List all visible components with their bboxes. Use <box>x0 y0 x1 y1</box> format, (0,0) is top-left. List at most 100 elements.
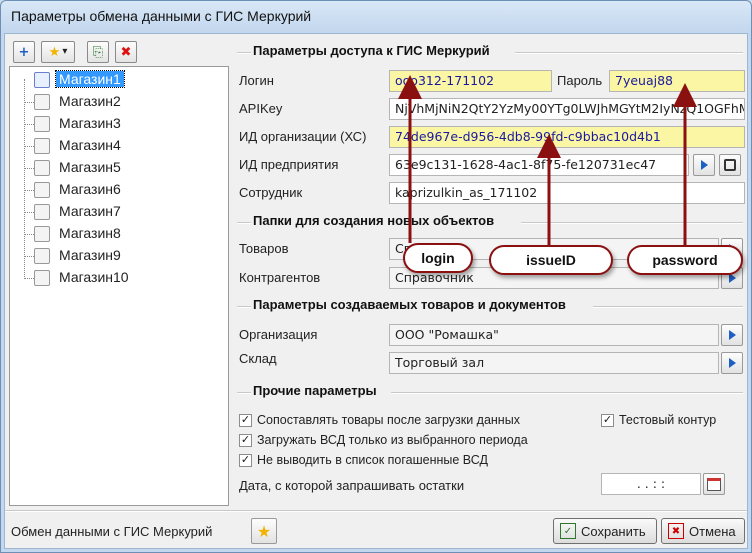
section-divider <box>237 222 251 224</box>
section-divider <box>593 306 743 308</box>
play-arrow-icon <box>700 160 708 170</box>
check-icon: ✓ <box>239 413 252 427</box>
play-arrow-icon <box>728 330 736 340</box>
shop-icon <box>34 270 50 286</box>
tree-item-label: Магазин3 <box>59 115 121 131</box>
star-icon: ★ <box>48 44 61 60</box>
calendar-icon <box>707 477 721 491</box>
check-icon: ✓ <box>239 433 252 447</box>
save-icon: ✓ <box>560 523 576 539</box>
favorites-button[interactable]: ★ ▾ <box>41 41 75 63</box>
login-field[interactable]: ooo312-171102 <box>389 70 552 92</box>
employee-field[interactable]: kaprizulkin_as_171102 <box>389 182 745 204</box>
partners-folder-label: Контрагентов <box>239 270 321 285</box>
footer-caption: Обмен данными с ГИС Меркурий <box>11 524 213 539</box>
match-goods-checkbox[interactable]: ✓ Сопоставлять товары после загрузки дан… <box>239 411 520 429</box>
dialog-window: Параметры обмена данными с ГИС Меркурий … <box>0 0 752 553</box>
tree-item-shop10[interactable]: Магазин10 <box>10 267 210 289</box>
calendar-button[interactable] <box>703 473 725 495</box>
dialog-client: + ★ ▾ ⎘ ✖ Магазин1 Магазин2 Магазин3 Маг… <box>4 33 748 549</box>
folders-section-heading: Папки для создания новых объектов <box>253 213 495 228</box>
remains-date-field[interactable]: . . : : <box>601 473 701 495</box>
dropdown-arrow-icon: ▾ <box>62 46 68 57</box>
favorite-button[interactable]: ★ <box>251 518 277 544</box>
login-callout: login <box>403 243 473 273</box>
apikey-label: APIKey <box>239 101 283 116</box>
tree-item-label: Магазин7 <box>59 203 121 219</box>
section-divider <box>515 52 743 54</box>
shop-icon <box>34 160 50 176</box>
match-goods-label: Сопоставлять товары после загрузки данны… <box>257 413 520 427</box>
tree-item-shop9[interactable]: Магазин9 <box>10 245 210 267</box>
tree-item-label: Магазин9 <box>59 247 121 263</box>
tree-item-shop6[interactable]: Магазин6 <box>10 179 210 201</box>
hide-redeemed-vsd-checkbox[interactable]: ✓ Не выводить в список погашенные ВСД <box>239 451 488 469</box>
test-circuit-checkbox[interactable]: ✓ Тестовый контур <box>601 411 716 429</box>
enterprise-id-field[interactable]: 63e9c131-1628-4ac1-8f75-fe120731ec47 <box>389 154 689 176</box>
cancel-label: Отмена <box>689 523 736 539</box>
org-id-field[interactable]: 74de967e-d956-4db8-99fd-c9bbac10d4b1 <box>389 126 745 148</box>
load-vsd-period-label: Загружать ВСД только из выбранного перио… <box>257 433 528 447</box>
section-divider <box>237 52 251 54</box>
password-field[interactable]: 7yeuaj88 <box>609 70 745 92</box>
tree-item-shop3[interactable]: Магазин3 <box>10 113 210 135</box>
enterprise-id-label: ИД предприятия <box>239 157 339 172</box>
copy-icon: ⎘ <box>92 44 104 60</box>
tree-item-shop2[interactable]: Магазин2 <box>10 91 210 113</box>
password-label: Пароль <box>557 73 603 88</box>
enterprise-lookup-button[interactable] <box>719 154 741 176</box>
check-icon: ✓ <box>601 413 614 427</box>
shop-icon <box>34 116 50 132</box>
other-section-heading: Прочие параметры <box>253 383 377 398</box>
add-button[interactable]: + <box>13 41 35 63</box>
password-callout: password <box>627 245 743 275</box>
tree-item-shop8[interactable]: Магазин8 <box>10 223 210 245</box>
delete-icon: ✖ <box>120 44 132 60</box>
section-divider <box>391 392 743 394</box>
cancel-button[interactable]: ✖ Отмена <box>661 518 745 544</box>
lookup-icon <box>724 159 736 171</box>
apikey-field[interactable]: NjVhMjNiN2QtY2YzMy00YTg0LWJhMGYtM2IyNzQ1… <box>389 98 745 120</box>
load-vsd-period-checkbox[interactable]: ✓ Загружать ВСД только из выбранного пер… <box>239 431 528 449</box>
tree-item-shop5[interactable]: Магазин5 <box>10 157 210 179</box>
store-label: Склад <box>239 351 277 366</box>
save-label: Сохранить <box>581 523 646 539</box>
tree-item-shop1[interactable]: Магазин1 <box>10 69 210 91</box>
shop-icon <box>34 182 50 198</box>
add-icon: + <box>18 44 30 60</box>
tree-item-label: Магазин8 <box>59 225 121 241</box>
created-section-heading: Параметры создаваемых товаров и документ… <box>253 297 566 312</box>
section-divider <box>521 222 743 224</box>
window-title: Параметры обмена данными с ГИС Меркурий <box>11 8 312 24</box>
enterprise-select-button[interactable] <box>693 154 715 176</box>
shop-icon <box>34 138 50 154</box>
tree-item-label: Магазин5 <box>59 159 121 175</box>
goods-folder-label: Товаров <box>239 241 289 256</box>
shop-icon <box>34 94 50 110</box>
section-divider <box>237 306 251 308</box>
cancel-icon: ✖ <box>668 523 684 539</box>
shop-icon <box>34 248 50 264</box>
copy-button[interactable]: ⎘ <box>87 41 109 63</box>
footer-divider <box>5 510 747 512</box>
delete-button[interactable]: ✖ <box>115 41 137 63</box>
organization-select-button[interactable] <box>721 324 743 346</box>
organization-field[interactable]: ООО "Ромашка" <box>389 324 719 346</box>
hide-redeemed-vsd-label: Не выводить в список погашенные ВСД <box>257 453 488 467</box>
check-icon: ✓ <box>239 453 252 467</box>
store-select-button[interactable] <box>721 352 743 374</box>
tree-item-label: Магазин10 <box>59 269 129 285</box>
tree-item-shop4[interactable]: Магазин4 <box>10 135 210 157</box>
org-id-label: ИД организации (ХС) <box>239 129 367 144</box>
save-button[interactable]: ✓ Сохранить <box>553 518 657 544</box>
tree-item-label: Магазин4 <box>59 137 121 153</box>
organization-label: Организация <box>239 327 318 342</box>
store-field[interactable]: Торговый зал <box>389 352 719 374</box>
employee-label: Сотрудник <box>239 185 303 200</box>
remains-date-label: Дата, с которой запрашивать остатки <box>239 478 465 493</box>
login-label: Логин <box>239 73 274 88</box>
tree-item-label: Магазин6 <box>59 181 121 197</box>
shop-icon <box>34 72 50 88</box>
shop-tree[interactable]: Магазин1 Магазин2 Магазин3 Магазин4 Мага <box>9 66 229 506</box>
tree-item-shop7[interactable]: Магазин7 <box>10 201 210 223</box>
